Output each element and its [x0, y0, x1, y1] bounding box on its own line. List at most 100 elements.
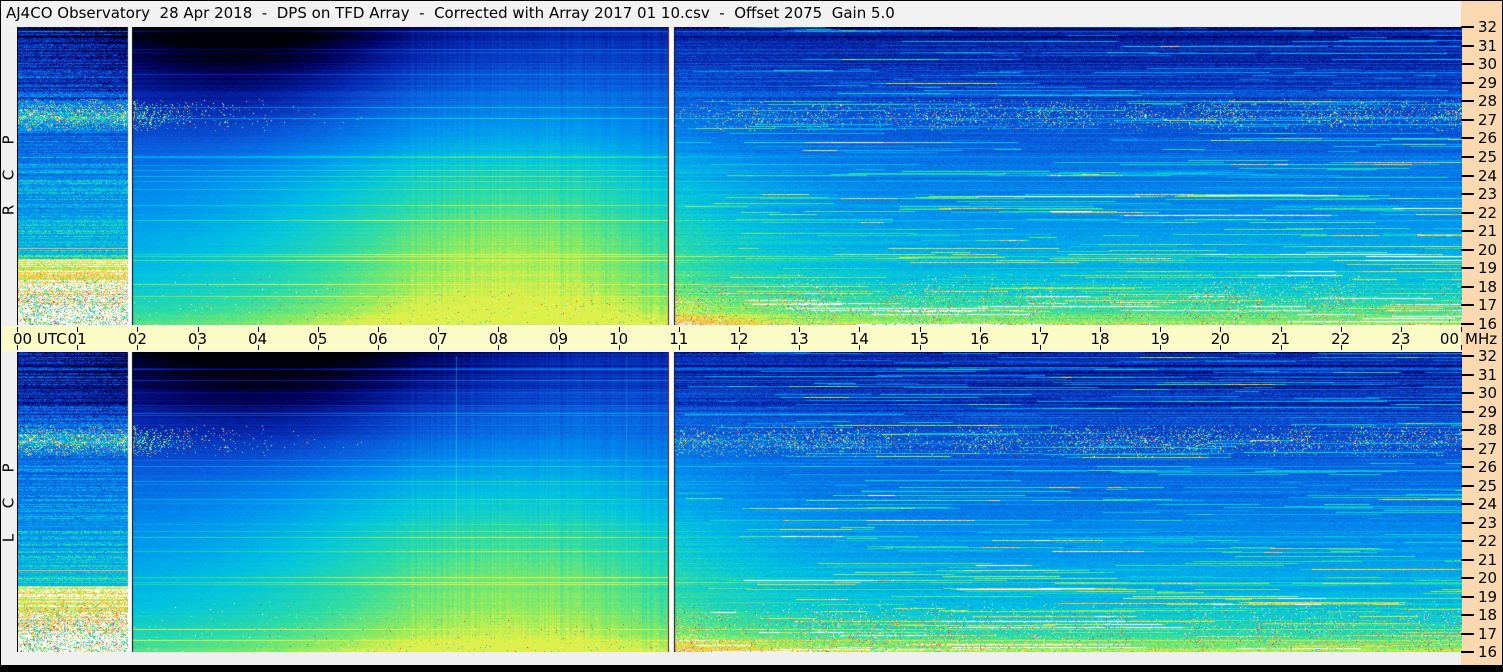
- freq-tick: [1461, 373, 1474, 376]
- utc-start-label: 00 UTC: [13, 330, 67, 348]
- freq-tick-label: 32: [1478, 18, 1498, 36]
- freq-tick: [1461, 211, 1474, 214]
- freq-tick-label: 23: [1478, 513, 1498, 532]
- freq-tick: [1461, 521, 1474, 524]
- freq-tick: [1461, 355, 1474, 357]
- freq-tick: [1461, 429, 1474, 431]
- freq-tick-label: 19: [1478, 259, 1498, 278]
- lcp-spectrogram-canvas: [17, 352, 1462, 652]
- freq-tick-label: 25: [1478, 476, 1498, 495]
- freq-tick-label: 29: [1478, 402, 1498, 421]
- freq-tick: [1461, 118, 1474, 121]
- freq-tick: [1461, 614, 1474, 616]
- freq-tick-label: 22: [1478, 203, 1498, 222]
- page-title: AJ4CO Observatory 28 Apr 2018 - DPS on T…: [6, 4, 895, 22]
- freq-tick: [1461, 410, 1474, 413]
- freq-tick: [1461, 100, 1474, 103]
- freq-tick-label: 28: [1478, 92, 1498, 111]
- freq-tick: [1461, 174, 1474, 177]
- freq-tick: [1461, 304, 1474, 307]
- dps-spectrograph-window: AJ4CO Observatory 28 Apr 2018 - DPS on T…: [0, 0, 1503, 672]
- lcp-label-letter: P: [0, 463, 18, 473]
- freq-tick-label: 23: [1478, 185, 1498, 204]
- time-tick-label: 10: [609, 330, 629, 348]
- freq-tick: [1461, 26, 1474, 28]
- time-tick-label: 11: [669, 330, 689, 348]
- freq-tick: [1461, 392, 1474, 394]
- freq-tick-label: 30: [1478, 55, 1498, 74]
- time-tick-label: 06: [368, 330, 388, 348]
- freq-tick: [1461, 632, 1474, 635]
- rcp-label-letter: R: [0, 204, 18, 216]
- freq-tick: [1461, 323, 1474, 325]
- freq-tick-label: 32: [1478, 347, 1498, 365]
- freq-tick-label: 30: [1478, 384, 1498, 402]
- rcp-label-letter: C: [0, 169, 18, 181]
- lcp-label-letter: L: [0, 533, 18, 543]
- freq-tick: [1461, 577, 1474, 579]
- freq-tick-label: 18: [1478, 277, 1498, 296]
- freq-tick-label: 26: [1478, 129, 1498, 148]
- freq-tick-label: 27: [1478, 110, 1498, 129]
- time-tick-label: 03: [187, 330, 208, 348]
- title-bar: AJ4CO Observatory 28 Apr 2018 - DPS on T…: [1, 1, 1461, 26]
- time-tick-label: 15: [909, 330, 930, 348]
- freq-tick: [1461, 558, 1474, 561]
- time-tick: [1461, 345, 1462, 350]
- freq-tick: [1461, 540, 1474, 542]
- rcp-spectrogram-canvas: [17, 27, 1462, 325]
- time-tick-label: 19: [1150, 330, 1170, 348]
- freq-tick-label: 17: [1478, 296, 1498, 315]
- freq-tick: [1461, 63, 1474, 66]
- freq-tick: [1461, 285, 1474, 288]
- rcp-label-letter: P: [0, 135, 18, 145]
- freq-tick: [1461, 81, 1474, 84]
- freq-tick-label: 27: [1478, 439, 1498, 458]
- freq-tick-label: 31: [1478, 365, 1498, 384]
- time-tick-label: 16: [970, 330, 990, 348]
- window-bottom-border: [1, 665, 1502, 671]
- freq-tick-label: 24: [1478, 166, 1498, 185]
- freq-tick: [1461, 248, 1474, 251]
- freq-tick-label: 16: [1478, 315, 1498, 333]
- freq-tick-label: 20: [1478, 569, 1498, 587]
- freq-tick-label: 21: [1478, 222, 1498, 241]
- time-tick-label: 20: [1210, 330, 1230, 348]
- freq-tick: [1461, 137, 1474, 140]
- freq-tick: [1461, 503, 1474, 505]
- time-tick-label: 07: [428, 330, 448, 348]
- time-tick-label: 08: [488, 330, 508, 348]
- freq-tick-label: 24: [1478, 495, 1498, 513]
- freq-tick: [1461, 230, 1474, 233]
- freq-tick-label: 16: [1478, 643, 1498, 661]
- freq-tick-label: 28: [1478, 421, 1498, 439]
- time-tick-label: 05: [308, 330, 328, 348]
- time-tick-label: 14: [849, 330, 869, 348]
- freq-tick-label: 19: [1478, 587, 1498, 606]
- time-tick: [17, 327, 18, 332]
- freq-tick: [1461, 193, 1474, 196]
- freq-tick-label: 22: [1478, 532, 1498, 550]
- freq-tick-label: 20: [1478, 240, 1498, 259]
- time-tick-label: 18: [1090, 330, 1110, 348]
- time-end-label: 00: [1439, 330, 1459, 348]
- time-tick-label: 23: [1391, 330, 1411, 348]
- time-tick-label: 02: [127, 330, 147, 348]
- time-tick-label: 17: [1030, 330, 1050, 348]
- freq-tick: [1461, 44, 1474, 47]
- time-tick: [17, 345, 18, 350]
- time-tick-label: 12: [729, 330, 749, 348]
- time-tick-label: 01: [67, 330, 87, 348]
- freq-tick: [1461, 267, 1474, 270]
- freq-tick: [1461, 466, 1474, 468]
- freq-tick-label: 26: [1478, 458, 1498, 476]
- time-tick-label: 09: [548, 330, 569, 348]
- freq-tick-label: 25: [1478, 147, 1498, 166]
- freq-tick-label: 31: [1478, 36, 1498, 55]
- time-tick-label: 13: [789, 330, 809, 348]
- time-tick: [1461, 327, 1462, 332]
- freq-tick-label: 21: [1478, 550, 1498, 569]
- freq-tick: [1461, 595, 1474, 598]
- freq-tick-label: 29: [1478, 73, 1498, 92]
- freq-tick-label: 17: [1478, 624, 1498, 643]
